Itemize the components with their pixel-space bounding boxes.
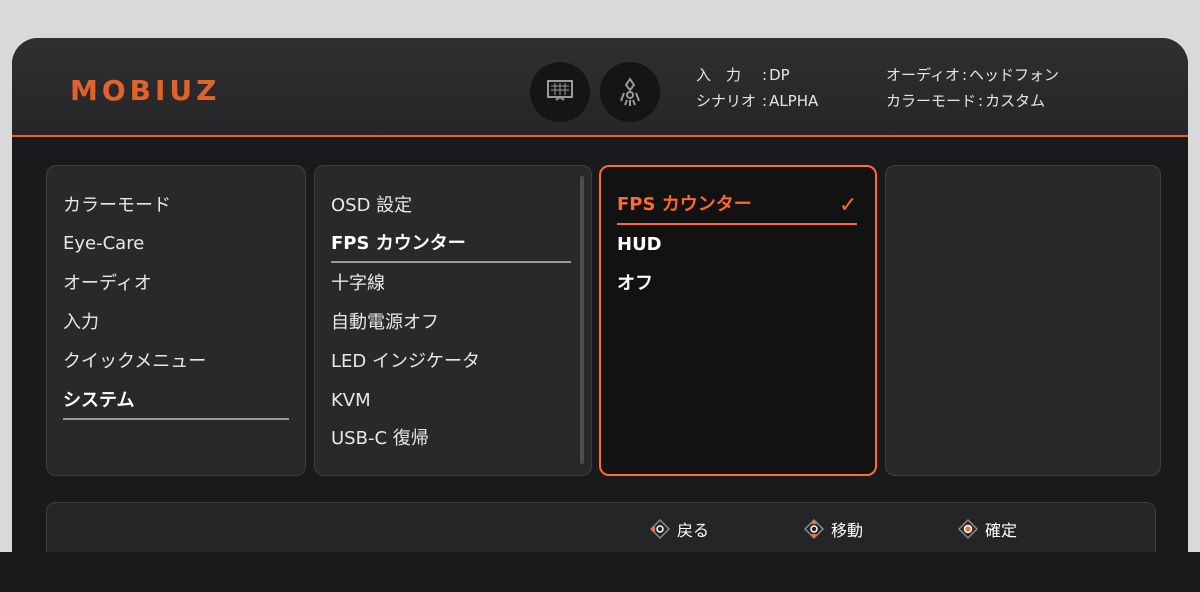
selected-underline: [617, 223, 857, 225]
input-label: 入 力: [696, 66, 742, 84]
joystick-press-icon: [957, 518, 979, 540]
checkmark-icon: ✓: [839, 193, 858, 218]
scenario-value: ALPHA: [769, 92, 819, 110]
color-mode-status: カラーモード: カスタム: [886, 88, 1059, 114]
menu1-item-eye-care[interactable]: Eye-Care: [63, 230, 144, 258]
menu1-item-input[interactable]: 入力: [63, 309, 99, 337]
audio-label: オーディオ: [886, 66, 960, 84]
menu-level3: FPS カウンター ✓ HUD オフ: [599, 165, 877, 476]
menu-level2: OSD 設定 FPS カウンター 十字線 自動電源オフ LED インジケータ K…: [314, 165, 592, 476]
menu2-item-kvm[interactable]: KVM: [331, 387, 371, 415]
menu1-item-audio[interactable]: オーディオ: [63, 270, 152, 298]
color-mode-value: カスタム: [985, 92, 1046, 110]
hint-back: 戻る: [649, 517, 709, 541]
status-info-left: 入 力: DP シナリオ: ALPHA: [696, 62, 818, 114]
scenario-status: シナリオ: ALPHA: [696, 88, 818, 114]
scrollbar[interactable]: [580, 176, 584, 464]
menu1-item-system[interactable]: システム: [63, 387, 134, 415]
menu-level1: カラーモード Eye-Care オーディオ 入力 クイックメニュー システム: [46, 165, 306, 476]
separator: :: [961, 66, 968, 84]
input-value: DP: [769, 66, 790, 84]
separator: :: [762, 66, 768, 84]
mobiuz-logo: MOBIUZ: [70, 74, 220, 107]
menu3-option-fps-counter[interactable]: FPS カウンター: [617, 191, 752, 219]
menu3-option-off[interactable]: オフ: [617, 270, 653, 298]
osd-window: MOBIUZ 入 力: DP シナリオ: ALPHA オーディオ: ヘッドフォ…: [12, 38, 1188, 568]
input-status: 入 力: DP: [696, 62, 818, 88]
menu2-item-crosshair[interactable]: 十字線: [331, 270, 385, 298]
active-underline: [63, 418, 289, 420]
display-settings-icon[interactable]: [530, 62, 590, 122]
separator: :: [978, 92, 984, 110]
audio-status: オーディオ: ヘッドフォン: [886, 62, 1059, 88]
menu3-option-hud[interactable]: HUD: [617, 231, 662, 259]
joystick-left-icon: [649, 518, 671, 540]
menu-level4: [885, 165, 1161, 476]
svg-text:MOBIUZ: MOBIUZ: [70, 74, 220, 107]
status-info-right: オーディオ: ヘッドフォン カラーモード: カスタム: [886, 62, 1059, 114]
menu2-item-fps-counter[interactable]: FPS カウンター: [331, 230, 466, 258]
back-label: 戻る: [677, 521, 710, 540]
color-mode-label: カラーモード: [886, 92, 977, 110]
scenario-label: シナリオ: [696, 92, 757, 110]
audio-value: ヘッドフォン: [969, 66, 1060, 84]
hint-move: 移動: [803, 517, 863, 541]
monitor-bezel: [0, 552, 1200, 592]
hint-ok: 確定: [957, 517, 1017, 541]
joystick-updown-icon: [803, 518, 825, 540]
game-mode-icon[interactable]: [600, 62, 660, 122]
active-underline: [331, 261, 571, 263]
menu2-item-auto-power-off[interactable]: 自動電源オフ: [331, 309, 439, 337]
separator: :: [762, 92, 768, 110]
menu2-item-osd-settings[interactable]: OSD 設定: [331, 192, 412, 220]
ok-label: 確定: [985, 521, 1018, 540]
menu2-item-usbc-resume[interactable]: USB-C 復帰: [331, 425, 429, 453]
move-label: 移動: [831, 521, 864, 540]
menu1-item-quick-menu[interactable]: クイックメニュー: [63, 348, 206, 376]
menu2-item-led-indicator[interactable]: LED インジケータ: [331, 348, 480, 376]
menu1-item-color-mode[interactable]: カラーモード: [63, 192, 171, 220]
osd-header: MOBIUZ 入 力: DP シナリオ: ALPHA オーディオ: ヘッドフォ…: [12, 38, 1188, 137]
